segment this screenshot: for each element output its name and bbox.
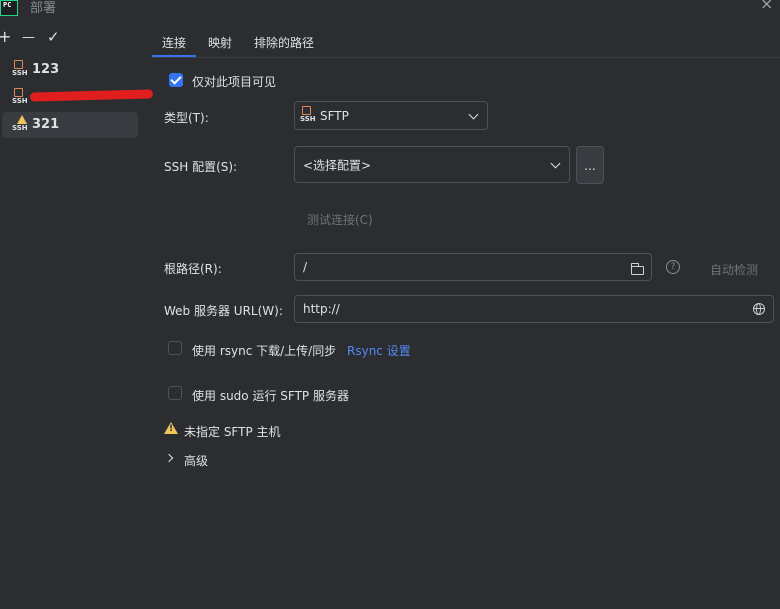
server-list-item[interactable]: SSH 123	[2, 57, 138, 83]
visible-only-project-label: 仅对此项目可见	[192, 75, 277, 89]
advanced-section-toggle[interactable]: 高级	[184, 452, 208, 469]
ssh-icon: SSH	[12, 60, 28, 78]
ssh-icon: SSH	[300, 106, 316, 124]
visible-only-project-checkbox[interactable]	[169, 73, 183, 87]
web-url-label: Web 服务器 URL(W):	[164, 304, 283, 318]
warning-message: 未指定 SFTP 主机	[184, 425, 281, 439]
remove-server-button[interactable]: —	[22, 30, 35, 46]
web-url-input[interactable]: http://	[294, 295, 774, 323]
rsync-label: 使用 rsync 下载/上传/同步	[192, 344, 337, 358]
apply-button[interactable]: ✓	[47, 29, 60, 45]
tab-divider	[150, 57, 780, 58]
help-icon[interactable]: ?	[666, 260, 680, 274]
ssh-config-label: SSH 配置(S):	[164, 160, 238, 174]
close-icon[interactable]: ×	[760, 0, 773, 13]
globe-icon[interactable]	[753, 303, 765, 315]
type-select[interactable]: SSH SFTP	[294, 101, 488, 130]
warning-icon: !	[164, 422, 178, 434]
server-name: 123	[32, 62, 60, 77]
rsync-settings-link[interactable]: Rsync 设置	[347, 342, 411, 359]
server-list-item-selected[interactable]: SSH 321	[2, 112, 138, 138]
chevron-down-icon	[550, 158, 561, 169]
type-label: 类型(T):	[164, 111, 209, 125]
ssh-config-more-button[interactable]: ...	[576, 146, 604, 184]
ssh-config-select[interactable]: <选择配置>	[294, 146, 570, 183]
tab-connection[interactable]: 连接	[162, 34, 186, 51]
tab-excluded-paths[interactable]: 排除的路径	[254, 34, 314, 51]
chevron-down-icon	[468, 109, 479, 120]
server-list-item[interactable]: SSH	[2, 85, 154, 111]
sudo-checkbox[interactable]	[168, 386, 182, 400]
ssh-warning-icon: SSH	[12, 115, 28, 133]
root-path-label: 根路径(R):	[164, 262, 222, 276]
server-name: 321	[32, 117, 60, 132]
app-icon: PC	[0, 0, 18, 16]
tab-mappings[interactable]: 映射	[208, 34, 232, 51]
ssh-icon: SSH	[12, 88, 28, 106]
rsync-checkbox[interactable]	[168, 341, 182, 355]
folder-icon[interactable]	[630, 263, 644, 275]
add-server-button[interactable]: +	[0, 29, 11, 45]
chevron-right-icon[interactable]	[164, 453, 174, 463]
auto-detect-button[interactable]: 自动检测	[710, 261, 758, 278]
window-title: 部署	[30, 1, 57, 16]
sudo-label: 使用 sudo 运行 SFTP 服务器	[192, 389, 349, 403]
test-connection-button[interactable]: 测试连接(C)	[307, 211, 373, 228]
root-path-input[interactable]: /	[294, 253, 652, 281]
redaction-mark	[29, 89, 154, 102]
